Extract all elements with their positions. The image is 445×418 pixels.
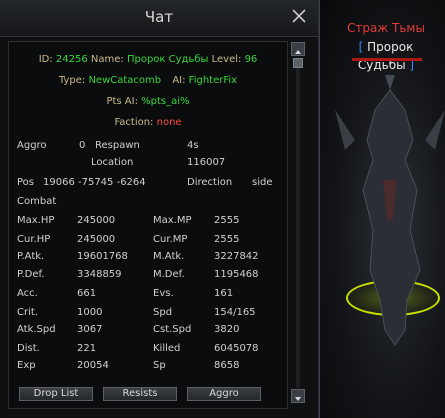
direction-value: side [252,177,273,188]
stat-value: 221 [77,343,97,354]
stat-value: 661 [77,288,97,299]
stat-value: 1000 [77,307,103,318]
stat-label: Cur.HP [17,234,51,245]
npc-hp-bar [352,58,422,61]
faction-label: Faction: [114,117,154,128]
stat-value: 19601768 [77,251,128,262]
stat-label: Sp [153,360,166,371]
stat-value: 6045078 [214,343,259,354]
location-value: 116007 [187,157,226,168]
drop-list-button[interactable]: Drop List [19,387,93,401]
stat-label: Acc. [17,288,38,299]
scroll-track[interactable] [296,58,300,388]
stat-value: 3820 [214,324,240,335]
stat-label: Killed [153,343,181,354]
type-value: NewCatacomb [88,75,162,86]
stat-value: 245000 [77,234,116,245]
name-value: Пророк Судьбы [126,54,209,65]
resists-button[interactable]: Resists [103,387,177,401]
stat-value: 245000 [77,215,116,226]
arrow-up-icon [295,50,301,54]
stat-value: 161 [214,288,234,299]
stat-label: M.Atk. [153,251,185,262]
stat-label: Crit. [17,307,38,318]
stat-label: Cst.Spd [153,324,192,335]
stat-value: 3348859 [77,269,122,280]
scroll-thumb[interactable] [293,58,303,68]
respawn-value: 4s [187,140,199,151]
stat-label: Atk.Spd [17,324,56,335]
type-ai-line: Type: NewCatacomb AI: FighterFix [9,75,287,86]
level-value: 96 [244,54,258,65]
window-header[interactable]: Чат [0,0,318,37]
scrollbar[interactable] [291,42,305,407]
close-icon[interactable] [289,6,309,26]
stat-label: P.Atk. [17,251,45,262]
respawn-label: Respawn [95,140,140,151]
ai-label: AI: [172,75,186,86]
stat-label: Spd [153,307,173,318]
stat-label: Cur.MP [153,234,188,245]
npc-info-panel: ID: 24256 Name: Пророк Судьбы Level: 96 … [8,41,288,409]
chat-window: Чат ID: 24256 Name: Пророк Судьбы Level:… [0,0,319,418]
stat-value: 8658 [214,360,240,371]
stat-label: Exp [17,360,36,371]
stat-value: 1195468 [214,269,259,280]
aggro-label: Aggro [17,140,47,151]
stat-value: 3067 [77,324,103,335]
window-title: Чат [144,8,174,26]
stat-label: M.Def. [153,269,185,280]
stat-label: Max.HP [17,215,55,226]
stat-value: 20054 [77,360,109,371]
stat-label: Dist. [17,343,40,354]
pos-value: 19066 -75745 -6264 [43,177,146,188]
npc-model[interactable] [335,70,445,390]
scroll-up-button[interactable] [291,42,305,56]
location-label: Location [91,157,134,168]
stat-value: 3227842 [214,251,259,262]
pts-ai-line: Pts AI: %pts_ai% [9,96,287,107]
stat-label: Max.MP [153,215,192,226]
ai-value: FighterFix [188,75,238,86]
combat-section-label: Combat [17,196,57,207]
id-name-level-line: ID: 24256 Name: Пророк Судьбы Level: 96 [9,54,287,65]
pts-ai-label: Pts AI: [106,96,138,107]
stat-label: Evs. [153,288,174,299]
scroll-down-button[interactable] [291,389,305,403]
level-label: Level: [211,54,242,65]
id-label: ID: [38,54,53,65]
npc-name-plate[interactable]: [ Пророк Судьбы ] [334,38,438,72]
pos-label: Pos [17,177,35,188]
stat-label: P.Def. [17,269,45,280]
stat-value: 154/165 [214,307,256,318]
stat-value: 2555 [214,215,240,226]
pts-ai-value: %pts_ai% [141,96,190,107]
type-label: Type: [58,75,86,86]
name-label: Name: [90,54,124,65]
arrow-down-icon [295,397,301,401]
aggro-button[interactable]: Aggro [187,387,261,401]
npc-title: Страж Тьмы [347,21,425,35]
faction-value: none [156,117,182,128]
id-value: 24256 [55,54,88,65]
bracket-left: [ [358,40,368,54]
direction-label: Direction [187,177,233,188]
aggro-value: 0 [79,140,86,151]
stat-value: 2555 [214,234,240,245]
faction-line: Faction: none [9,117,287,128]
